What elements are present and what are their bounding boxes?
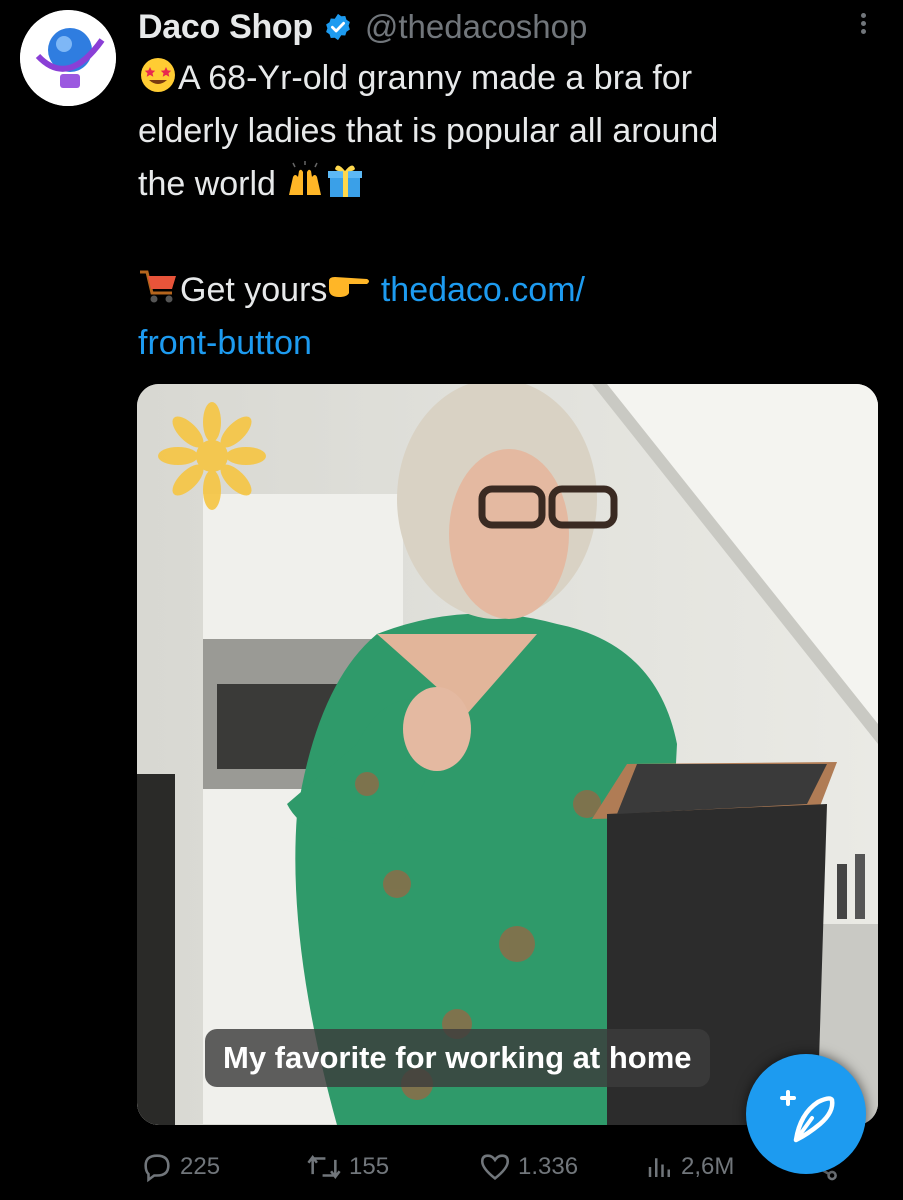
raising-hands-emoji-icon bbox=[289, 161, 322, 195]
compose-button[interactable] bbox=[746, 1054, 866, 1174]
tweet-line-2: elderly ladies that is popular all aroun… bbox=[138, 112, 719, 150]
compose-icon bbox=[780, 1090, 835, 1143]
repost-button[interactable]: 155 bbox=[305, 1150, 389, 1184]
like-icon bbox=[480, 1154, 510, 1180]
tweet-line-3: the world bbox=[138, 165, 276, 203]
like-button[interactable]: 1.336 bbox=[478, 1150, 578, 1184]
views-count: 2,6M bbox=[681, 1153, 735, 1180]
tweet-line-1: A 68-Yr-old granny made a bra for bbox=[178, 59, 693, 97]
author-handle[interactable]: @thedacoshop bbox=[365, 8, 588, 46]
tweet-link[interactable]: thedaco.com/ bbox=[381, 271, 585, 309]
video-frame bbox=[137, 384, 878, 1125]
tweet-text: A 68-Yr-old granny made a bra for elderl… bbox=[138, 52, 878, 370]
author-name[interactable]: Daco Shop bbox=[138, 8, 313, 47]
cta-text: Get yours bbox=[180, 271, 328, 309]
like-count: 1.336 bbox=[518, 1153, 579, 1180]
daco-logo-icon bbox=[20, 10, 116, 106]
reply-button[interactable]: 225 bbox=[140, 1150, 220, 1184]
verified-badge-icon bbox=[326, 13, 350, 41]
repost-count: 155 bbox=[349, 1153, 390, 1180]
views-icon bbox=[648, 1158, 670, 1177]
reply-icon bbox=[144, 1154, 170, 1183]
video-caption: My favorite for working at home bbox=[205, 1029, 710, 1087]
pointing-right-emoji-icon bbox=[329, 277, 370, 297]
avatar[interactable] bbox=[20, 10, 116, 106]
tweet-link-continued[interactable]: front-button bbox=[138, 324, 312, 362]
tweet-header: Daco Shop @thedacoshop bbox=[138, 5, 873, 49]
more-options-icon[interactable] bbox=[853, 10, 873, 40]
repost-icon bbox=[307, 1154, 341, 1180]
media-video[interactable]: My favorite for working at home bbox=[137, 384, 878, 1125]
views-button[interactable]: 2,6M bbox=[645, 1150, 734, 1184]
star-struck-emoji-icon bbox=[141, 58, 175, 92]
shopping-cart-emoji-icon bbox=[140, 270, 176, 303]
gift-emoji-icon bbox=[328, 165, 363, 197]
reply-count: 225 bbox=[180, 1153, 221, 1180]
